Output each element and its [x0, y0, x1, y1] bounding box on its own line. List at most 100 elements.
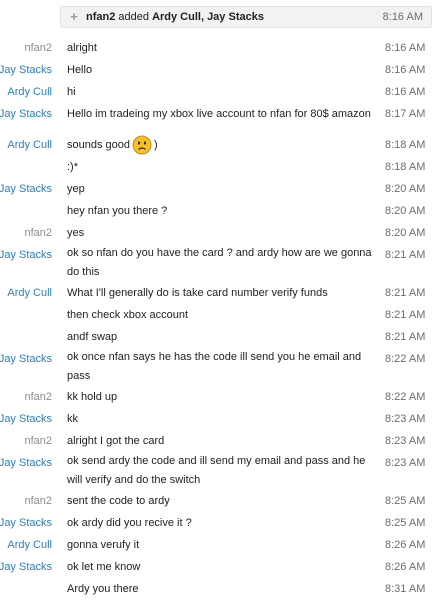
message-text-main: gonna verufy it — [67, 539, 140, 551]
message-row: nfan2 alright 8:16 AM — [0, 37, 434, 59]
message-text-main: Ardy you there — [67, 583, 139, 595]
message-text-main: kk — [67, 413, 78, 425]
message-sender[interactable]: Jay Stacks — [0, 59, 52, 81]
message-text-main: sounds good — [67, 139, 130, 151]
message-row: Jay Stacks ok let me know 8:26 AM — [0, 556, 434, 578]
message-sender[interactable]: nfan2 — [24, 386, 52, 408]
message-text-main: Hello — [67, 64, 93, 76]
message-sender[interactable]: Jay Stacks — [0, 408, 52, 430]
message-text: Ardy you there — [67, 578, 372, 600]
message-sender[interactable]: Jay Stacks — [0, 178, 52, 200]
message-time: 8:23 AM — [385, 413, 426, 425]
message-sender[interactable]: Ardy Cull — [7, 534, 52, 556]
message-sender[interactable]: nfan2 — [24, 430, 52, 452]
message-sender[interactable]: Jay Stacks — [0, 348, 52, 370]
message-text-suffix: ) — [154, 139, 158, 151]
message-time: 8:20 AM — [385, 183, 426, 195]
message-text-main: andf swap — [67, 331, 118, 343]
message-text-main: ok once nfan says he has the code ill se… — [67, 351, 362, 382]
message-row: Jay Stacks yep 8:20 AM — [0, 178, 434, 200]
message-time: 8:17 AM — [385, 108, 426, 120]
message-sender[interactable]: Ardy Cull — [7, 81, 52, 103]
message-text: ok ardy did you recive it ? — [67, 512, 372, 534]
message-text: gonna verufy it — [67, 534, 372, 556]
message-row: Ardy Cull hi 8:16 AM — [0, 81, 434, 103]
message-text: ok send ardy the code and ill send my em… — [67, 452, 372, 490]
message-text: yep — [67, 178, 372, 200]
message-row: :)* 8:18 AM — [0, 156, 434, 178]
system-event-time: 8:16 AM — [382, 11, 423, 23]
message-text-main: then check xbox account — [67, 309, 189, 321]
message-time: 8:23 AM — [385, 435, 426, 447]
message-time: 8:21 AM — [385, 331, 426, 343]
message-row: Jay Stacks ok ardy did you recive it ? 8:2… — [0, 512, 434, 534]
message-row: Ardy Cull sounds good) 8:18 AM — [0, 134, 434, 156]
message-time: 8:25 AM — [385, 495, 426, 507]
message-row: nfan2 kk hold up 8:22 AM — [0, 386, 434, 408]
message-text: Hello — [67, 59, 372, 81]
message-text: ok let me know — [67, 556, 372, 578]
message-text: ok once nfan says he has the code ill se… — [67, 348, 372, 386]
message-sender[interactable]: nfan2 — [24, 222, 52, 244]
message-text-main: Hello im tradeing my xbox live account t… — [67, 108, 371, 120]
worried-face-icon — [132, 135, 152, 155]
message-text: kk hold up — [67, 386, 372, 408]
message-row: nfan2 sent the code to ardy 8:25 AM — [0, 490, 434, 512]
message-row: Jay Stacks Hello im tradeing my xbox live… — [0, 103, 434, 125]
message-sender[interactable]: nfan2 — [24, 37, 52, 59]
message-time: 8:25 AM — [385, 517, 426, 529]
message-row: Ardy Cull gonna verufy it 8:26 AM — [0, 534, 434, 556]
message-text-main: hi — [67, 86, 76, 98]
system-event-row: + nfan2 added Ardy Cull, Jay Stacks 8:16… — [60, 6, 432, 28]
message-time: 8:22 AM — [385, 353, 426, 365]
message-time: 8:21 AM — [385, 249, 426, 261]
message-time: 8:20 AM — [385, 205, 426, 217]
message-row: Jay Stacks ok once nfan says he has the c… — [0, 348, 434, 386]
message-text-main: alright — [67, 42, 97, 54]
message-row: Ardy Cull What I'll generally do is take … — [0, 282, 434, 304]
message-sender[interactable]: Jay Stacks — [0, 556, 52, 578]
message-text-main: yes — [67, 227, 85, 239]
message-sender[interactable]: Jay Stacks — [0, 452, 52, 474]
system-event-action: added — [118, 11, 149, 23]
message-text: alright — [67, 37, 372, 59]
message-text: then check xbox account — [67, 304, 372, 326]
message-text: ok so nfan do you have the card ? and ar… — [67, 244, 372, 282]
message-sender[interactable]: Ardy Cull — [7, 134, 52, 156]
message-text-main: ok let me know — [67, 561, 141, 573]
message-time: 8:18 AM — [385, 161, 426, 173]
message-sender[interactable]: nfan2 — [24, 490, 52, 512]
message-row: andf swap 8:21 AM — [0, 326, 434, 348]
message-sender[interactable]: Jay Stacks — [0, 103, 52, 125]
message-text-main: yep — [67, 183, 85, 195]
message-row: Ardy you there 8:31 AM — [0, 578, 434, 600]
message-row: Jay Stacks ok send ardy the code and ill … — [0, 452, 434, 490]
message-text: yes — [67, 222, 372, 244]
system-event-targets[interactable]: Ardy Cull, Jay Stacks — [152, 11, 264, 23]
message-sender[interactable]: Ardy Cull — [7, 282, 52, 304]
message-text-main: What I'll generally do is take card numb… — [67, 287, 328, 299]
message-sender[interactable]: Jay Stacks — [0, 244, 52, 266]
message-text-main: ok send ardy the code and ill send my em… — [67, 455, 366, 486]
message-text-main: ok so nfan do you have the card ? and ar… — [67, 247, 372, 278]
message-text: What I'll generally do is take card numb… — [67, 282, 372, 304]
message-time: 8:26 AM — [385, 539, 426, 551]
message-row: Jay Stacks ok so nfan do you have the car… — [0, 244, 434, 282]
message-time: 8:26 AM — [385, 561, 426, 573]
chat-transcript: + nfan2 added Ardy Cull, Jay Stacks 8:16… — [0, 0, 434, 603]
system-event-text: nfan2 added Ardy Cull, Jay Stacks — [86, 11, 264, 23]
message-text: sounds good) — [67, 134, 372, 156]
message-sender[interactable]: Jay Stacks — [0, 512, 52, 534]
message-row: nfan2 alright I got the card 8:23 AM — [0, 430, 434, 452]
message-time: 8:16 AM — [385, 64, 426, 76]
message-text-main: :)* — [67, 161, 78, 173]
message-row: Jay Stacks Hello 8:16 AM — [0, 59, 434, 81]
message-text: sent the code to ardy — [67, 490, 372, 512]
message-text: alright I got the card — [67, 430, 372, 452]
message-text: andf swap — [67, 326, 372, 348]
message-text: kk — [67, 408, 372, 430]
message-row: hey nfan you there ? 8:20 AM — [0, 200, 434, 222]
message-time: 8:16 AM — [385, 42, 426, 54]
message-text-main: hey nfan you there ? — [67, 205, 168, 217]
system-event-actor[interactable]: nfan2 — [86, 11, 115, 23]
